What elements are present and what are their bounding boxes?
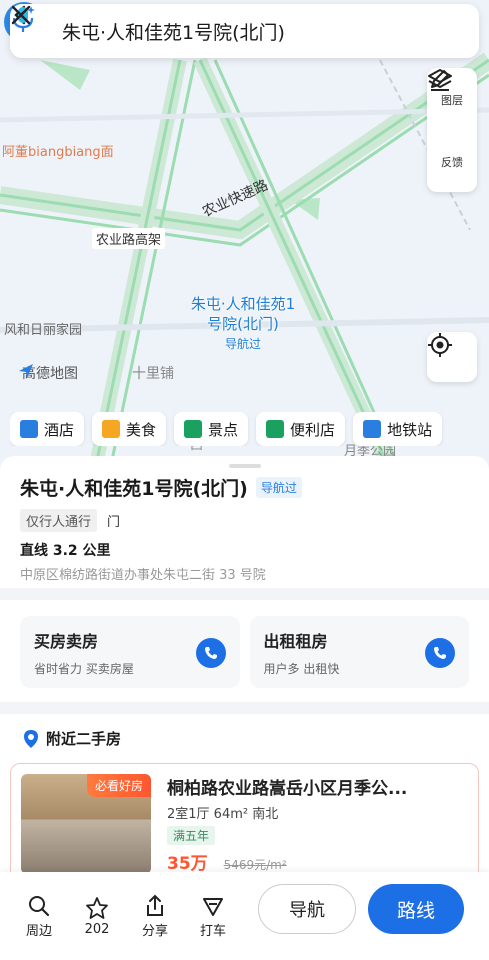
navigated-badge: 导航过 [255,477,302,498]
category-convenience[interactable]: 便利店 [256,412,346,446]
scenic-icon [184,420,203,438]
taxi-label: 打车 [199,923,226,939]
nearby-label: 周边 [25,923,52,939]
service-buy-sell-sub: 省时省力 买卖房屋 [34,662,134,676]
service-rent[interactable]: 出租租房 用户多 出租快 [249,616,469,688]
category-chips: 酒店 美食 景点 便利店 地铁站 [10,412,489,446]
place-address[interactable]: 中原区棉纺路街道办事处朱屯二街 33 号院 [20,564,469,583]
category-convenience-label: 便利店 [290,420,336,439]
feedback-label: 反馈 [441,156,463,169]
pedestrian-only-tag: 仅行人通行 [20,509,98,532]
map-view[interactable]: 阿董biangbiang面 农业快速路 农业路高架 风和日丽家园 十里铺 西 月… [0,0,489,470]
share-label: 分享 [141,923,168,939]
place-distance: 直线 3.2 公里 [20,543,111,559]
amap-logo-icon [19,364,33,378]
bottom-action-bar: 周边 202 分享 打车 导航 路线 [0,872,489,960]
search-icon [29,895,50,916]
voice-search-button[interactable] [12,4,427,58]
amap-brand: 高德地图 [18,363,78,383]
phone-icon [204,647,217,659]
crosshair-locate-icon [428,333,452,357]
close-icon [11,5,31,25]
share-icon [147,894,163,916]
call-rent-button[interactable] [425,638,455,668]
call-buy-sell-button[interactable] [195,638,226,668]
sheet-grip-handle[interactable] [229,464,261,468]
layers-label: 图层 [441,94,463,107]
navigate-button[interactable]: 导航 [258,884,356,934]
favorite-count: 202 [84,921,110,937]
location-pin-icon [24,729,38,748]
feedback-button[interactable]: 反馈 [427,70,477,192]
listing-unit-price: 5469元/m² [223,858,287,872]
taxi-button[interactable]: 打车 [184,894,242,939]
must-see-badge: 必看好房 [86,774,151,797]
service-buy-sell[interactable]: 买房卖房 省时省力 买卖房屋 [20,616,240,688]
close-button[interactable] [11,4,479,58]
route-button[interactable]: 路线 [368,884,464,934]
hotel-icon [20,420,38,438]
nearby-listings-section: 附近二手房 必看好房 桐柏路农业路嵩岳小区月季公... 2室1厅 64m² 南北… [0,714,489,886]
listing-photo[interactable]: 必看好房 [21,774,151,874]
category-scenic-label: 景点 [208,420,239,439]
map-roads [0,0,489,470]
place-detail-sheet[interactable]: 朱屯·人和佳苑1号院(北门) 导航过 仅行人通行 门 直线 3.2 公里 中原区… [0,456,489,886]
category-food[interactable]: 美食 [92,412,167,446]
place-type-tag: 门 [107,515,121,530]
convenience-store-icon [266,420,285,438]
category-scenic[interactable]: 景点 [174,412,249,446]
service-rent-sub: 用户多 出租快 [263,662,340,676]
listing-card[interactable]: 必看好房 桐柏路农业路嵩岳小区月季公... 2室1厅 64m² 南北 满五年 3… [10,763,479,883]
map-label-elevated: 农业路高架 [92,228,166,249]
listing-price: 35万 [167,854,208,874]
category-hotel-label: 酒店 [44,420,75,439]
poi-label[interactable]: 朱屯·人和佳苑1 号院(北门) 导航过 [172,294,314,354]
listing-spec: 2室1厅 64m² 南北 [167,807,279,822]
nearby-heading: 附近二手房 [46,730,122,748]
poi-label-line2: 号院(北门) [207,315,279,333]
listing-tag: 满五年 [167,826,216,845]
map-label-shop[interactable]: 阿董biangbiang面 [2,141,114,160]
search-query-text[interactable]: 朱屯·人和佳苑1号院(北门) [62,18,381,45]
locate-me-button[interactable] [427,332,477,382]
search-bar[interactable]: 朱屯·人和佳苑1号院(北门) [10,4,479,58]
metro-icon [363,420,382,438]
food-icon [102,420,121,438]
favorite-button[interactable]: 202 [68,896,126,937]
map-label-shilipu: 十里铺 [132,366,174,382]
poi-label-sub: 导航过 [224,337,261,351]
map-side-tools: 图层 反馈 [427,68,477,192]
category-hotel[interactable]: 酒店 [10,412,85,446]
map-label-community[interactable]: 风和日丽家园 [4,319,82,338]
category-food-label: 美食 [126,420,157,439]
real-estate-services: 买房卖房 省时省力 买卖房屋 出租租房 用户多 出租快 [0,600,489,702]
share-button[interactable]: 分享 [126,894,184,939]
poi-label-line1: 朱屯·人和佳苑1 [190,295,296,313]
nearby-button[interactable]: 周边 [10,894,68,939]
place-title: 朱屯·人和佳苑1号院(北门) [20,478,248,500]
star-icon [86,896,108,919]
taxi-icon [203,897,223,916]
feedback-pencil-icon [431,70,449,91]
place-info-card: 朱屯·人和佳苑1号院(北门) 导航过 仅行人通行 门 直线 3.2 公里 中原区… [0,456,489,588]
category-metro[interactable]: 地铁站 [353,412,443,446]
listing-title: 桐柏路农业路嵩岳小区月季公... [167,779,408,799]
phone-icon [434,647,446,659]
category-metro-label: 地铁站 [387,420,433,439]
